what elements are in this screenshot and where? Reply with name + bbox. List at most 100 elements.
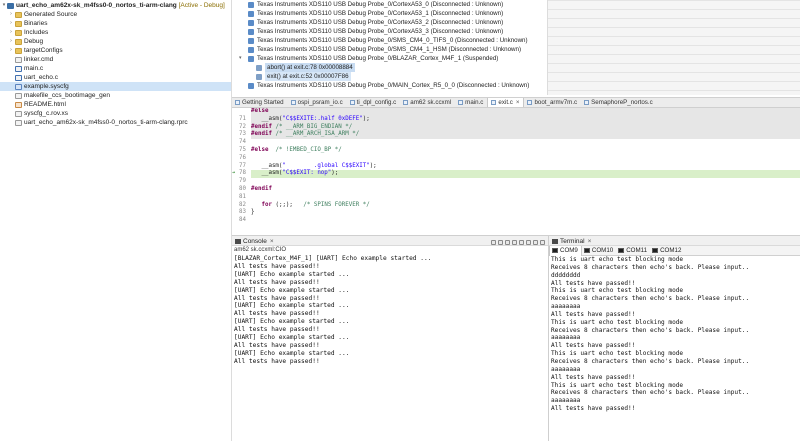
tree-item[interactable]: makefile_ccs_bootimage_gen [0,91,231,100]
editor-tab-label: Getting Started [242,99,284,106]
editor-tab[interactable]: boot_armv7m.c [524,98,581,107]
tree-item[interactable]: › Generated Source [0,10,231,19]
console-line: All tests have passed!! [234,310,320,318]
expand-arrow-icon[interactable]: › [8,37,14,46]
close-icon[interactable]: × [588,238,592,245]
pin-console-icon[interactable] [512,240,517,245]
file-icon [403,99,409,105]
editor-tab-label: ospi_psram_io.c [297,99,343,106]
tree-item[interactable]: linker.cmd [0,55,231,64]
terminal-session-tab[interactable]: COM11 [616,246,650,256]
console-line: [UART] Echo example started ... [234,270,350,278]
expand-arrow-icon[interactable]: › [8,46,14,55]
expand-arrow-icon[interactable]: › [8,10,14,19]
terminal-line: All tests have passed!! [551,373,636,381]
project-icon [7,2,14,9]
code-editor[interactable]: #else 71 __asm("C$$EXITE:.half 0xDEFE");… [232,108,800,234]
word-wrap-icon[interactable] [505,240,510,245]
debug-target[interactable]: Texas Instruments XDS110 USB Debug Probe… [232,45,547,54]
console-line: [UART] Echo example started ... [234,334,350,342]
debug-target[interactable]: Texas Instruments XDS110 USB Debug Probe… [232,36,547,45]
stack-frame-icon [256,73,262,80]
debug-target-icon [248,55,254,62]
tree-item-label: uart_echo.c [24,74,58,81]
tree-item[interactable]: uart_echo_am62x-sk_m4fss0-0_nortos_ti-ar… [0,118,231,127]
terminal-line: dddddddd [551,271,581,279]
tree-item[interactable]: example.syscfg [0,82,231,91]
tree-item[interactable]: › Debug [0,37,231,46]
tree-item-label: syscfg_c.rov.xs [24,110,68,117]
minimize-icon[interactable] [533,240,538,245]
tree-item-label: main.c [24,65,44,72]
debug-target-icon [248,28,254,35]
maximize-icon[interactable] [540,240,545,245]
console-view: Console × am62 sk.ccxml:CIO [BLAZAR_Corte… [232,235,549,441]
tree-item[interactable]: main.c [0,64,231,73]
debug-view-empty-area [547,0,800,95]
tree-item[interactable]: README.html [0,100,231,109]
expand-arrow-icon[interactable]: › [8,28,14,37]
terminal-session-tab[interactable]: COM12 [650,246,684,256]
terminal-output[interactable]: This is uart echo test blocking mode Rece… [549,256,800,413]
tree-item[interactable]: › Binaries [0,19,231,28]
console-toolbar [489,238,545,245]
project-root[interactable]: ▾ uart_echo_am62x-sk_m4fss0-0_nortos_ti-… [0,1,231,10]
debug-row-label: exit() at exit.c:52 0x00007F86 [265,72,351,81]
debug-target[interactable]: Texas Instruments XDS110 USB Debug Probe… [232,18,547,27]
tree-item-label: targetConfigs [24,47,63,54]
terminal-tab[interactable]: Terminal [560,238,585,245]
project-tree: › Generated Source › Binaries › Includes › Debu… [0,10,231,127]
expand-arrow-icon[interactable]: ▾ [239,54,242,63]
tree-item[interactable]: syscfg_c.rov.xs [0,109,231,118]
close-icon[interactable]: × [516,99,520,106]
console-output[interactable]: [BLAZAR_Cortex_M4F_1] [UART] Echo exampl… [232,255,548,366]
terminal-session-label: COM10 [591,247,614,254]
tree-item[interactable]: › Includes [0,28,231,37]
tree-item[interactable]: uart_echo.c [0,73,231,82]
editor-tab[interactable]: main.c [455,98,487,107]
file-icon [15,65,22,72]
file-icon [15,101,22,108]
editor-tab-label: am62 sk.ccxml [410,99,452,106]
scroll-lock-icon[interactable] [498,240,503,245]
folder-icon [15,29,22,36]
stack-frame[interactable]: exit() at exit.c:52 0x00007F86 [232,72,547,81]
editor-tab-label: ti_dpl_config.c [356,99,397,106]
editor-tab[interactable]: Getting Started [232,98,288,107]
debug-row-label: Texas Instruments XDS110 USB Debug Probe… [257,28,504,35]
console-line: [UART] Echo example started ... [234,286,350,294]
tree-item[interactable]: › targetConfigs [0,46,231,55]
file-icon [15,119,22,126]
editor-tab[interactable]: ospi_psram_io.c [288,98,347,107]
terminal-header: Terminal × [549,235,800,246]
terminal-line: This is uart echo test blocking mode [551,350,684,358]
debug-target[interactable]: Texas Instruments XDS110 USB Debug Probe… [232,27,547,36]
console-tab[interactable]: Console [243,238,267,245]
stack-frame[interactable]: abort() at exit.c:78 0x00008884 [232,63,547,72]
debug-target[interactable]: ▾ Texas Instruments XDS110 USB Debug Prob… [232,54,547,63]
close-icon[interactable]: × [270,238,274,245]
debug-row-label: Texas Instruments XDS110 USB Debug Probe… [257,37,528,44]
display-console-icon[interactable] [519,240,524,245]
terminal-line: This is uart echo test blocking mode [551,256,684,263]
open-console-icon[interactable] [526,240,531,245]
debug-target[interactable]: Texas Instruments XDS110 USB Debug Probe… [232,81,547,90]
clear-console-icon[interactable] [491,240,496,245]
expand-arrow-icon[interactable]: › [8,19,14,28]
tree-item-label: makefile_ccs_bootimage_gen [24,92,110,99]
current-instruction-line: ➜ 78 __asm("C$$EXIT: nop"); [232,170,800,179]
debug-target[interactable]: Texas Instruments XDS110 USB Debug Probe… [232,0,547,9]
editor-tab[interactable]: ti_dpl_config.c [347,98,401,107]
terminal-session-label: COM11 [626,247,648,254]
editor-tab[interactable]: exit.c × [487,98,525,107]
editor-tab[interactable]: am62 sk.ccxml [400,98,455,107]
debug-target[interactable]: Texas Instruments XDS110 USB Debug Probe… [232,9,547,18]
terminal-session-tab[interactable]: COM9 [549,246,582,256]
terminal-icon [583,247,590,253]
terminal-session-tab[interactable]: COM10 [582,246,616,256]
debug-view: Texas Instruments XDS110 USB Debug Probe… [232,0,547,95]
console-header: Console × [232,235,548,246]
stack-frame-icon [256,64,262,71]
file-icon [235,99,240,105]
editor-tab[interactable]: SemaphoreP_nortos.c [581,98,657,107]
